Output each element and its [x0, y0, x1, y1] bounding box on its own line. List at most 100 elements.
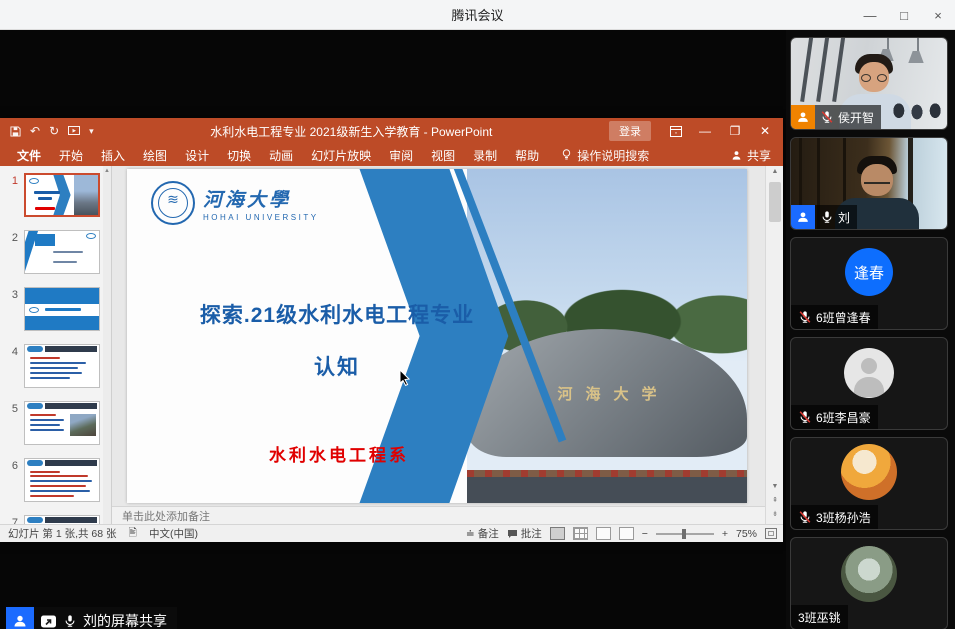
thumbnail-row-4: 4 — [0, 344, 112, 389]
slide-number: 5 — [4, 403, 18, 415]
ribbon-display-options-icon[interactable] — [663, 120, 689, 142]
slide-canvas[interactable]: 河海大学 河海大學 HOHAI UNI — [127, 169, 747, 503]
thumbnail-scrollbar[interactable]: ▲ — [103, 166, 111, 524]
ppt-minimize-button[interactable]: — — [691, 120, 719, 142]
mic-on-icon — [820, 210, 834, 224]
participant-tile[interactable]: 3班巫铫 — [790, 537, 948, 629]
tab-file[interactable]: 文件 — [8, 144, 50, 166]
tab-home[interactable]: 开始 — [50, 144, 92, 166]
slide-number: 2 — [4, 232, 18, 244]
reading-view-button[interactable] — [596, 527, 611, 540]
zoom-out-button[interactable]: − — [642, 528, 648, 540]
participant-tile[interactable]: 6班李昌豪 — [790, 337, 948, 430]
tab-draw[interactable]: 绘图 — [134, 144, 176, 166]
share-person-icon — [731, 150, 742, 161]
slideshow-view-button[interactable] — [619, 527, 634, 540]
slide-scrollbar[interactable]: ▲ ▼ ⇞ ⇟ — [765, 166, 783, 524]
participant-nameplate: 3班杨孙浩 — [791, 505, 878, 529]
fit-to-window-button[interactable] — [765, 528, 777, 539]
avatar-photo — [841, 546, 897, 602]
logo-chinese-text: 河海大學 — [203, 185, 319, 212]
slide-thumbnail-7[interactable] — [24, 515, 100, 524]
participant-nameplate: 6班曾逢春 — [791, 305, 878, 329]
close-button[interactable]: × — [921, 0, 955, 30]
ppt-statusbar: 幻灯片 第 1 张,共 68 张 🖹 中文(中国) ≐ 备注 批注 — [0, 524, 783, 542]
participant-tile[interactable]: 侯开智 — [790, 37, 948, 130]
notes-toggle-button[interactable]: ≐ 备注 — [466, 526, 499, 541]
mic-muted-icon — [798, 310, 812, 324]
normal-view-button[interactable] — [550, 527, 565, 540]
tell-me-search[interactable]: 操作说明搜索 — [562, 147, 649, 164]
meeting-titlebar: 腾讯会议 — □ × — [0, 0, 955, 30]
tab-transitions[interactable]: 切换 — [218, 144, 260, 166]
zoom-in-button[interactable]: + — [722, 528, 728, 540]
tab-slideshow[interactable]: 幻灯片放映 — [302, 144, 380, 166]
screen-share-icon — [40, 614, 57, 629]
participant-tile[interactable]: 刘 — [790, 137, 948, 230]
notes-pane[interactable]: 单击此处添加备注 — [112, 506, 765, 524]
slide-thumbnail-1[interactable] — [24, 173, 100, 217]
maximize-button[interactable]: □ — [887, 0, 921, 30]
shared-screen-stage: ↶ ↻ ▾ 水利水电工程专业 2021级新生入学教育 - PowerPoint … — [0, 30, 786, 629]
zoom-slider[interactable] — [656, 533, 714, 535]
slide-sorter-view-button[interactable] — [573, 527, 588, 540]
slide-thumbnail-6[interactable] — [24, 458, 100, 502]
slide-thumbnail-3[interactable] — [24, 287, 100, 331]
participant-name: 刘 — [838, 209, 850, 226]
tab-view[interactable]: 视图 — [422, 144, 464, 166]
ppt-close-button[interactable]: ✕ — [751, 120, 779, 142]
host-badge-icon — [791, 205, 815, 229]
thumb-photo — [74, 175, 98, 215]
language-indicator[interactable]: 中文(中国) — [149, 526, 198, 541]
redo-icon[interactable]: ↻ — [49, 124, 59, 138]
slide-thumbnail-2[interactable] — [24, 230, 100, 274]
edit-column: 河海大学 河海大學 HOHAI UNI — [112, 166, 765, 524]
hohai-seal-icon — [151, 181, 195, 225]
slide-thumbnail-panel: 1 2 — [0, 166, 112, 524]
slideshow-icon[interactable] — [68, 126, 80, 137]
participant-nameplate: 3班巫铫 — [791, 605, 848, 629]
save-icon[interactable] — [10, 126, 21, 137]
ppt-titlebar-right: 登录 — ❐ ✕ — [609, 120, 783, 142]
spellcheck-icon[interactable]: 🖹 — [129, 525, 137, 543]
tab-review[interactable]: 审阅 — [380, 144, 422, 166]
thumbnail-row-2: 2 — [0, 230, 112, 275]
previous-slide-button[interactable]: ⇞ — [766, 496, 784, 504]
slide-number: 7 — [4, 517, 18, 524]
slide-thumbnail-5[interactable] — [24, 401, 100, 445]
thumbnail-row-6: 6 — [0, 458, 112, 503]
hedge-graphic — [467, 470, 747, 477]
participant-tile[interactable]: 逢春 6班曾逢春 — [790, 237, 948, 330]
lightbulb-icon — [562, 149, 571, 161]
tab-design[interactable]: 设计 — [176, 144, 218, 166]
logo-english-text: HOHAI UNIVERSITY — [203, 213, 319, 222]
thumbnail-row-3: 3 — [0, 287, 112, 332]
scrollbar-thumb[interactable] — [769, 182, 781, 222]
powerpoint-window: ↶ ↻ ▾ 水利水电工程专业 2021级新生入学教育 - PowerPoint … — [0, 118, 783, 542]
participants-sidebar: 侯开智 刘 — [786, 30, 955, 629]
tab-record[interactable]: 录制 — [464, 144, 506, 166]
minimize-button[interactable]: — — [853, 0, 887, 30]
slide-thumbnail-4[interactable] — [24, 344, 100, 388]
notes-icon: ≐ — [466, 528, 475, 540]
ribbon-tab-bar: 文件 开始 插入 绘图 设计 切换 动画 幻灯片放映 审阅 视图 录制 帮助 操… — [0, 144, 783, 166]
slide-title-line1: 探索.21级水利水电工程专业 — [167, 299, 507, 329]
undo-icon[interactable]: ↶ — [30, 124, 40, 138]
qat-customize-icon[interactable]: ▾ — [89, 126, 94, 137]
window-controls: — □ × — [853, 0, 955, 30]
tab-help[interactable]: 帮助 — [506, 144, 548, 166]
zoom-level[interactable]: 75% — [736, 528, 757, 540]
share-button[interactable]: 共享 — [731, 147, 771, 164]
next-slide-button[interactable]: ⇟ — [766, 510, 784, 518]
participant-tile[interactable]: 3班杨孙浩 — [790, 437, 948, 530]
campus-photo: 河海大学 — [467, 169, 747, 503]
login-button[interactable]: 登录 — [609, 121, 651, 141]
ppt-restore-button[interactable]: ❐ — [721, 120, 749, 142]
tab-insert[interactable]: 插入 — [92, 144, 134, 166]
comments-toggle-button[interactable]: 批注 — [507, 526, 542, 541]
mic-muted-icon — [820, 110, 834, 124]
participant-name: 侯开智 — [838, 109, 874, 126]
slide-counter: 幻灯片 第 1 张,共 68 张 — [8, 526, 117, 541]
zoom-slider-thumb[interactable] — [682, 529, 686, 539]
tab-animations[interactable]: 动画 — [260, 144, 302, 166]
